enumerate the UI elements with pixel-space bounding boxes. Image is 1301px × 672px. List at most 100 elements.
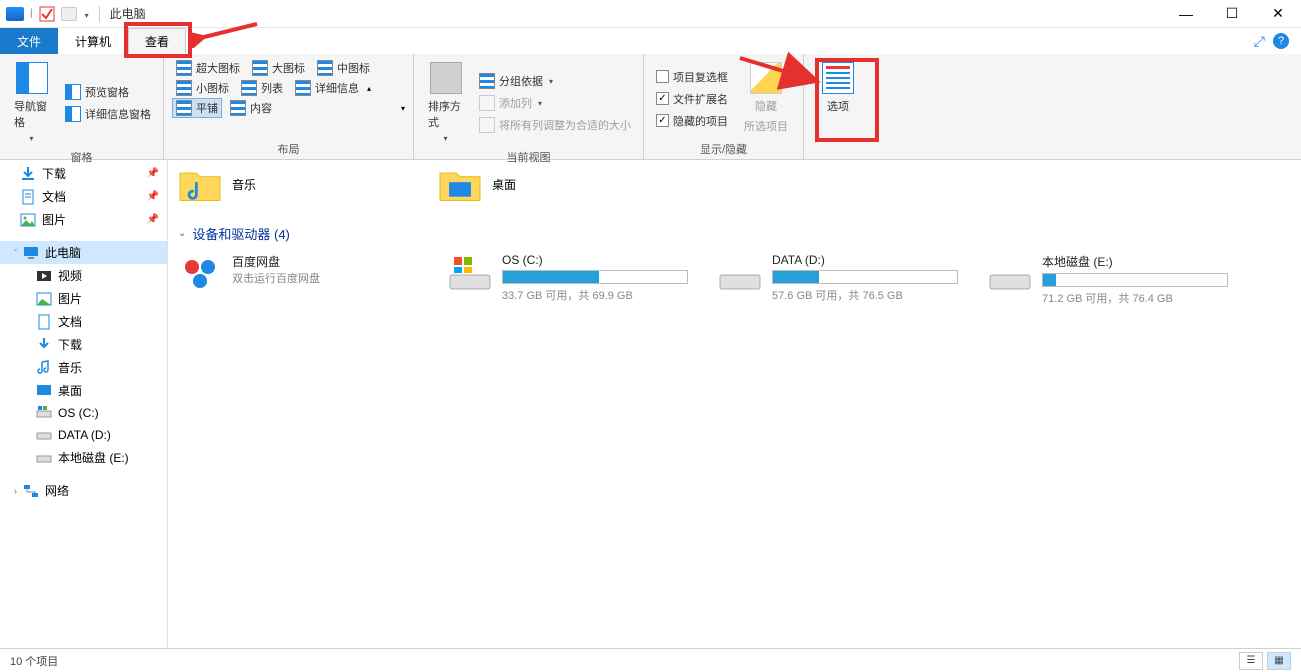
hide-selected-label: 所选项目: [744, 118, 788, 134]
sidebar-pictures-qa[interactable]: 图片📌: [0, 208, 167, 231]
options-label: 选项: [827, 98, 849, 114]
chevron-down-icon: ˇ: [14, 248, 17, 258]
preview-pane-button[interactable]: 预览窗格: [61, 82, 155, 102]
layout-s-icons[interactable]: 小图标: [172, 78, 233, 98]
desktop-icon: [36, 383, 52, 399]
layout-xl-icons[interactable]: 超大图标: [172, 58, 244, 78]
layout-details[interactable]: 详细信息: [291, 78, 363, 98]
drive-local-e[interactable]: 本地磁盘 (E:) 71.2 GB 可用，共 76.4 GB: [988, 253, 1228, 306]
devices-section-header[interactable]: ⌄ 设备和驱动器 (4): [178, 224, 1291, 243]
network-icon: [23, 483, 39, 499]
drive-c-info: 33.7 GB 可用，共 69.9 GB: [502, 287, 688, 303]
item-checkboxes-toggle[interactable]: 项目复选框: [652, 67, 732, 87]
sidebar-pictures[interactable]: 图片: [0, 287, 167, 310]
ribbon-group-currentview: 排序方式 ▾ 分组依据 添加列 将所有列调整为合适的大小 当前视图: [414, 54, 644, 159]
pc-icon: [23, 245, 39, 261]
file-extensions-toggle[interactable]: ✓文件扩展名: [652, 89, 732, 109]
drive-d-info: 57.6 GB 可用，共 76.5 GB: [772, 287, 958, 303]
baidu-subtitle: 双击运行百度网盘: [232, 270, 418, 286]
drives-row: 百度网盘 双击运行百度网盘 OS (C:) 33.7 GB 可用，共 69.9 …: [178, 253, 1291, 306]
ribbon-group-showhide: 项目复选框 ✓文件扩展名 ✓隐藏的项目 隐藏 所选项目 显示/隐藏: [644, 54, 804, 159]
tab-computer[interactable]: 计算机: [58, 28, 128, 54]
folder-desktop[interactable]: 桌面: [438, 164, 658, 204]
ribbon: 导航窗格 ▾ 预览窗格 详细信息窗格 窗格 超大图标 大图标 中图标: [0, 54, 1301, 160]
qat-dropdown[interactable]: [83, 5, 89, 23]
details-pane-button[interactable]: 详细信息窗格: [61, 104, 155, 124]
sidebar-documents-qa[interactable]: 文档📌: [0, 185, 167, 208]
tab-file[interactable]: 文件: [0, 28, 58, 54]
close-button[interactable]: ✕: [1255, 0, 1301, 28]
drive-data-d[interactable]: DATA (D:) 57.6 GB 可用，共 76.5 GB: [718, 253, 958, 306]
baidu-netdisk-item[interactable]: 百度网盘 双击运行百度网盘: [178, 253, 418, 306]
layout-m-icons[interactable]: 中图标: [313, 58, 374, 78]
navigation-sidebar: 下载📌 文档📌 图片📌 ˇ此电脑 视频 图片 文档 下载 音乐 桌面 OS (C…: [0, 160, 168, 648]
minimize-button[interactable]: —: [1163, 0, 1209, 28]
layout-up-arrow-icon[interactable]: ▴: [367, 84, 371, 93]
drive-icon: [36, 405, 52, 421]
sidebar-documents[interactable]: 文档: [0, 310, 167, 333]
checkbox-qat-icon[interactable]: [39, 6, 55, 22]
window-controls: — ☐ ✕: [1163, 0, 1301, 28]
sidebar-data-d[interactable]: DATA (D:): [0, 424, 167, 446]
checkbox-checked-icon: ✓: [656, 114, 669, 127]
sidebar-network[interactable]: ›网络: [0, 479, 167, 502]
sidebar-downloads[interactable]: 下载: [0, 333, 167, 356]
hide-selected-button: 隐藏 所选项目: [738, 58, 794, 139]
sidebar-this-pc[interactable]: ˇ此电脑: [0, 241, 167, 264]
sort-label: 排序方式: [428, 98, 463, 130]
ribbon-group-panes: 导航窗格 ▾ 预览窗格 详细信息窗格 窗格: [0, 54, 164, 159]
window-title: 此电脑: [104, 5, 146, 22]
tiles-view-button[interactable]: ▦: [1267, 652, 1291, 670]
hidden-items-toggle[interactable]: ✓隐藏的项目: [652, 111, 732, 131]
drive-c-progress: [502, 270, 688, 284]
titlebar-separator: [99, 6, 100, 22]
layout-group-label: 布局: [172, 139, 405, 157]
options-button[interactable]: 选项: [816, 58, 860, 143]
folder-icon: [178, 164, 222, 204]
drive-icon: [718, 253, 762, 293]
drive-icon: [988, 253, 1032, 293]
l-icons-icon: [252, 60, 268, 76]
layout-content[interactable]: 内容: [226, 98, 276, 118]
main-area: 下载📌 文档📌 图片📌 ˇ此电脑 视频 图片 文档 下载 音乐 桌面 OS (C…: [0, 160, 1301, 648]
showhide-group-label: 显示/隐藏: [652, 139, 795, 157]
document-icon: [36, 314, 52, 330]
sidebar-videos[interactable]: 视频: [0, 264, 167, 287]
sidebar-desktop[interactable]: 桌面: [0, 379, 167, 402]
title-bar: | 此电脑 — ☐ ✕: [0, 0, 1301, 28]
maximize-button[interactable]: ☐: [1209, 0, 1255, 28]
sort-button[interactable]: 排序方式 ▾: [422, 58, 469, 147]
devices-section-label: 设备和驱动器 (4): [192, 224, 290, 243]
folder-desktop-label: 桌面: [492, 176, 516, 193]
sidebar-local-e[interactable]: 本地磁盘 (E:): [0, 446, 167, 469]
folders-row: 音乐 桌面: [178, 164, 1291, 204]
drive-icon: [36, 427, 52, 443]
layout-list[interactable]: 列表: [237, 78, 287, 98]
layout-down-arrow-icon[interactable]: ▾: [401, 104, 405, 113]
tab-view[interactable]: 查看: [128, 28, 186, 54]
chevron-right-icon: ›: [14, 486, 17, 496]
options-icon: [822, 62, 854, 94]
sort-icon: [430, 62, 462, 94]
layout-l-icons[interactable]: 大图标: [248, 58, 309, 78]
help-icon[interactable]: ?: [1273, 33, 1289, 49]
status-item-count: 10 个项目: [10, 653, 58, 669]
checkbox-checked-icon: ✓: [656, 92, 669, 105]
sidebar-os-c[interactable]: OS (C:): [0, 402, 167, 424]
hide-label: 隐藏: [755, 98, 777, 114]
nav-pane-button[interactable]: 导航窗格 ▾: [8, 58, 55, 147]
sidebar-downloads-qa[interactable]: 下载📌: [0, 162, 167, 185]
pc-icon: [6, 7, 24, 21]
folder-music[interactable]: 音乐: [178, 164, 398, 204]
picture-icon: [20, 212, 36, 228]
minimize-ribbon-icon[interactable]: ⤢: [1254, 33, 1265, 50]
nav-pane-label: 导航窗格: [14, 98, 49, 130]
details-view-button[interactable]: ☰: [1239, 652, 1263, 670]
layout-tiles[interactable]: 平铺: [172, 98, 222, 118]
folder-qat-icon[interactable]: [61, 7, 77, 21]
groupby-button[interactable]: 分组依据: [475, 71, 635, 91]
drive-os-c[interactable]: OS (C:) 33.7 GB 可用，共 69.9 GB: [448, 253, 688, 306]
options-group-label: [812, 143, 864, 157]
chevron-down-icon: ⌄: [178, 228, 186, 239]
sidebar-music[interactable]: 音乐: [0, 356, 167, 379]
